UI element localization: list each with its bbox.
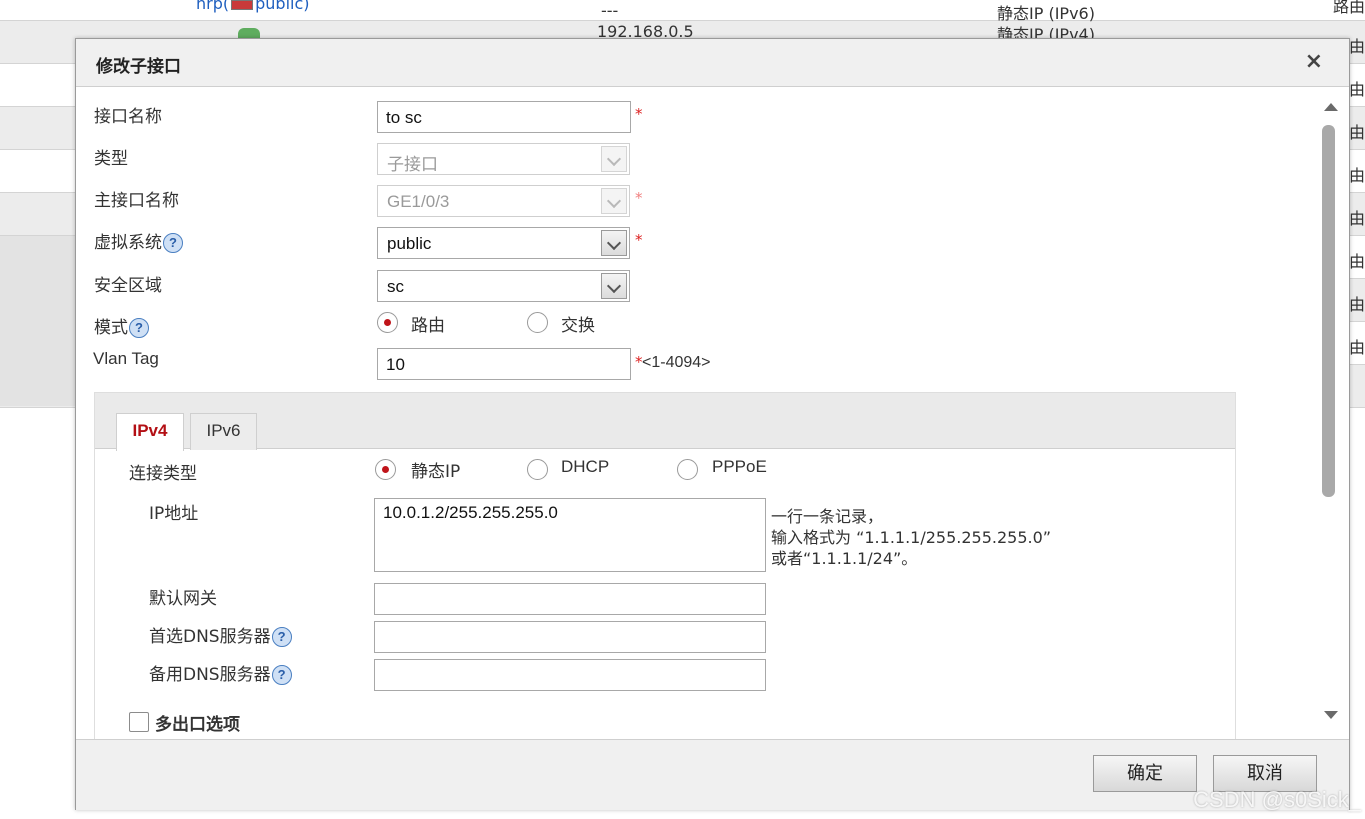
gateway-label: 默认网关 xyxy=(149,589,217,609)
mode-route-radio[interactable] xyxy=(377,312,398,333)
dns-primary-label: 首选DNS服务器? xyxy=(149,622,292,647)
ip-hint-line: 或者“1.1.1.1/24”。 xyxy=(771,549,918,568)
required-mark: * xyxy=(635,189,643,207)
ip-address-label: IP地址 xyxy=(149,504,199,524)
dns-secondary-label: 备用DNS服务器? xyxy=(149,660,292,685)
zone-select-value: sc xyxy=(387,277,404,296)
watermark: CSDN @s0Sick_ xyxy=(1193,787,1361,812)
scrollbar-thumb[interactable] xyxy=(1322,125,1335,497)
bg-right-cell: 由 xyxy=(1349,252,1365,271)
help-icon[interactable]: ? xyxy=(271,627,292,647)
ip-address-textarea[interactable]: 10.0.1.2/255.255.255.0 xyxy=(374,498,766,572)
type-label: 类型 xyxy=(94,149,128,169)
vrf-link-text: hrp( xyxy=(196,0,230,13)
bg-right-cell: 由 xyxy=(1349,37,1365,56)
close-icon[interactable]: × xyxy=(1305,50,1323,74)
vsys-select[interactable]: public xyxy=(377,227,630,259)
bg-right-cell: 由 xyxy=(1349,123,1365,142)
vrf-link[interactable]: hrp( public) xyxy=(196,0,310,13)
ip-hint-line: 输入格式为 “1.1.1.1/255.255.255.0” xyxy=(771,528,1052,547)
multi-egress-checkbox[interactable] xyxy=(129,712,149,732)
type-select: 子接口 xyxy=(377,143,630,175)
mode-label: 模式? xyxy=(94,313,149,338)
required-mark: * xyxy=(635,105,643,123)
vlan-tag-input[interactable]: 10 xyxy=(377,348,631,380)
vsys-label: 虚拟系统? xyxy=(94,228,183,253)
interface-name-label: 接口名称 xyxy=(94,107,162,127)
vsys-label-text: 虚拟系统 xyxy=(94,233,162,253)
zone-label: 安全区域 xyxy=(94,276,162,296)
bg-row1-col2: --- xyxy=(601,1,619,20)
ok-button[interactable]: 确定 xyxy=(1093,755,1197,792)
help-icon[interactable]: ? xyxy=(163,233,183,253)
ip-settings-panel: IPv4 IPv6 连接类型 静态IP DHCP PPPoE IP地址 10.0… xyxy=(94,392,1236,739)
conn-dhcp-label: DHCP xyxy=(561,457,610,476)
chevron-down-icon xyxy=(601,188,627,214)
interface-name-input[interactable]: to sc xyxy=(377,101,631,133)
vlan-range-hint: <1-4094> xyxy=(642,354,711,371)
scroll-down-icon[interactable] xyxy=(1324,711,1338,719)
type-select-value: 子接口 xyxy=(387,155,438,174)
bg-right-cell: 由 xyxy=(1349,295,1365,314)
conn-static-radio[interactable] xyxy=(375,459,396,480)
ip-address-hint: 一行一条记录， 输入格式为 “1.1.1.1/255.255.255.0” 或者… xyxy=(771,506,1051,569)
conn-pppoe-label: PPPoE xyxy=(712,457,767,476)
parent-interface-select: GE1/0/3 xyxy=(377,185,630,217)
mode-switch-radio[interactable] xyxy=(527,312,548,333)
left-shade xyxy=(0,236,76,406)
dns-primary-input[interactable] xyxy=(374,621,766,653)
dialog-header: 修改子接口 × xyxy=(76,39,1349,87)
bg-right-cell: 由 xyxy=(1349,338,1365,357)
parent-interface-value: GE1/0/3 xyxy=(387,192,450,211)
bg-right-cell: 由 xyxy=(1349,209,1365,228)
tab-ipv6[interactable]: IPv6 xyxy=(190,413,257,450)
conn-pppoe-radio[interactable] xyxy=(677,459,698,480)
bg-row1-col4: 路由 xyxy=(1333,0,1365,16)
tab-ipv4[interactable]: IPv4 xyxy=(116,413,184,451)
required-mark: * xyxy=(635,231,643,249)
vsys-select-value: public xyxy=(387,234,432,253)
mode-route-label: 路由 xyxy=(411,316,445,336)
chevron-down-icon[interactable] xyxy=(601,273,627,299)
dns-secondary-input[interactable] xyxy=(374,659,766,691)
parent-interface-label: 主接口名称 xyxy=(94,191,179,211)
connection-type-label: 连接类型 xyxy=(129,464,197,484)
tab-strip: IPv4 IPv6 xyxy=(95,393,1235,451)
gateway-input[interactable] xyxy=(374,583,766,615)
vlan-tag-label: Vlan Tag xyxy=(93,349,159,368)
dns-primary-label-text: 首选DNS服务器 xyxy=(149,627,271,647)
vrf-link-text-2: public) xyxy=(255,0,310,13)
dns-secondary-label-text: 备用DNS服务器 xyxy=(149,665,271,685)
chevron-down-icon xyxy=(601,146,627,172)
ip-hint-line: 一行一条记录， xyxy=(771,507,884,526)
conn-dhcp-radio[interactable] xyxy=(527,459,548,480)
bg-right-cell: 由 xyxy=(1349,166,1365,185)
bg-right-cell: 由 xyxy=(1349,80,1365,99)
help-icon[interactable]: ? xyxy=(129,318,149,338)
mode-switch-label: 交换 xyxy=(561,316,595,336)
mode-label-text: 模式 xyxy=(94,318,128,338)
dialog-title: 修改子接口 xyxy=(96,57,181,77)
chevron-down-icon[interactable] xyxy=(601,230,627,256)
edit-subinterface-dialog: 修改子接口 × 接口名称 to sc * 类型 子接口 主接口名称 GE1/0/… xyxy=(75,38,1350,810)
multi-egress-label: 多出口选项 xyxy=(155,715,240,735)
conn-static-label: 静态IP xyxy=(411,462,461,482)
flag-icon xyxy=(231,0,254,10)
zone-select[interactable]: sc xyxy=(377,270,630,302)
help-icon[interactable]: ? xyxy=(271,665,292,685)
dialog-footer: 确定 取消 xyxy=(76,739,1349,810)
dialog-body: 接口名称 to sc * 类型 子接口 主接口名称 GE1/0/3 * 虚拟系统… xyxy=(80,87,1343,739)
scroll-up-icon[interactable] xyxy=(1324,103,1338,111)
